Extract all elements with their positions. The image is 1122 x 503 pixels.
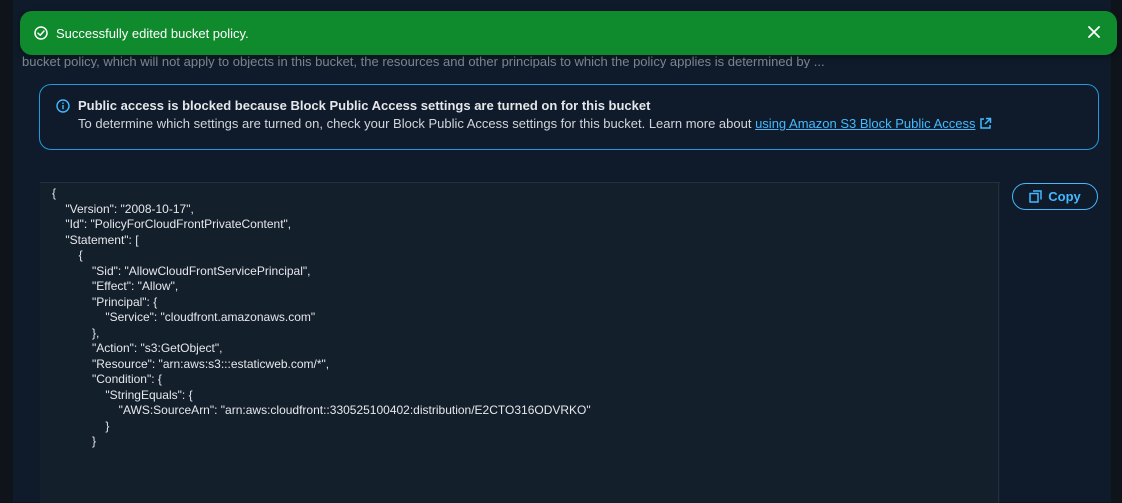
- code-line: "Resource": "arn:aws:s3:::estaticweb.com…: [52, 356, 330, 371]
- external-link-icon: [979, 117, 992, 133]
- code-line: "Service": "cloudfront.amazonaws.com": [52, 310, 316, 324]
- code-line: {: [52, 248, 83, 262]
- code-line: "Effect": "Allow",: [52, 279, 179, 293]
- info-text: To determine which settings are turned o…: [78, 116, 756, 131]
- code-line: "StringEquals": {: [52, 387, 193, 402]
- info-icon: [56, 98, 70, 113]
- code-line: }: [52, 418, 110, 433]
- copy-label: Copy: [1048, 189, 1081, 204]
- close-icon[interactable]: [1085, 23, 1103, 41]
- code-line: "Condition": {: [52, 372, 162, 386]
- block-public-access-link[interactable]: using Amazon S3 Block Public Access: [755, 116, 992, 131]
- code-divider: [998, 182, 999, 502]
- code-line: "AWS:SourceArn": "arn:aws:cloudfront::33…: [52, 403, 591, 417]
- copy-icon: [1029, 190, 1042, 203]
- code-line: "Statement": [: [52, 232, 139, 247]
- code-line: }: [52, 434, 97, 448]
- info-title: Public access is blocked because Block P…: [78, 98, 651, 113]
- check-circle-icon: [34, 26, 48, 40]
- flash-message: Successfully edited bucket policy.: [56, 25, 249, 41]
- code-line: "Id": "PolicyForCloudFrontPrivateContent…: [52, 217, 292, 231]
- code-line: {: [52, 186, 57, 200]
- code-line: "Principal": {: [52, 294, 158, 309]
- background-text: bucket policy, which will not apply to o…: [22, 56, 825, 68]
- code-line: },: [52, 325, 100, 340]
- link-label: using Amazon S3 Block Public Access: [755, 116, 976, 131]
- code-line: "Action": "s3:GetObject",: [52, 341, 223, 355]
- success-flash-notification: Successfully edited bucket policy.: [20, 11, 1117, 55]
- code-line: "Version": "2008-10-17",: [52, 201, 194, 216]
- block-public-access-info-alert: Public access is blocked because Block P…: [39, 84, 1099, 150]
- copy-button[interactable]: Copy: [1012, 183, 1098, 210]
- code-line: "Sid": "AllowCloudFrontServicePrincipal"…: [52, 263, 311, 278]
- bucket-policy-json: { "Version": "2008-10-17", "Id": "Policy…: [52, 186, 591, 450]
